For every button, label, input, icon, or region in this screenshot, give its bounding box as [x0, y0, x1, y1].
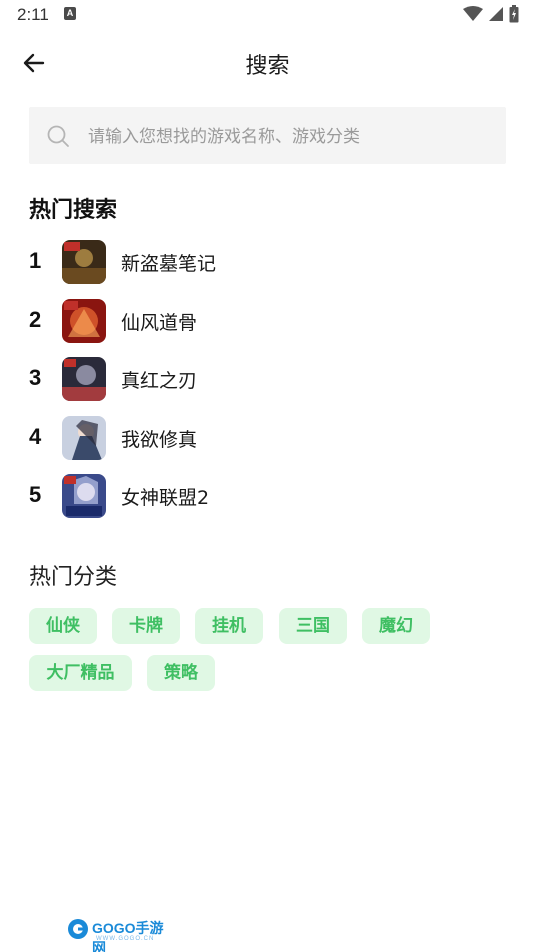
- category-tag[interactable]: 挂机: [195, 608, 263, 644]
- hot-search-item[interactable]: 3 真红之刃: [0, 352, 535, 408]
- category-tag[interactable]: 卡牌: [112, 608, 180, 644]
- rank-number: 1: [29, 248, 42, 273]
- search-input[interactable]: [86, 107, 490, 166]
- header: 搜索: [0, 38, 535, 88]
- hot-search-item[interactable]: 5 女神联盟2: [0, 469, 535, 525]
- search-screen: 2:11 A 搜索 请输入您想找的游戏名称、游戏分类 热门搜索 1 新盗墓笔记 …: [0, 0, 535, 952]
- notification-icon: A: [64, 7, 76, 20]
- battery-icon: [509, 5, 519, 23]
- status-icons: [463, 5, 519, 23]
- hot-search-title: 热门搜索: [29, 198, 118, 223]
- hot-search-item[interactable]: 2 仙风道骨: [0, 294, 535, 350]
- category-tag[interactable]: 策略: [147, 655, 215, 691]
- game-icon: [62, 416, 106, 460]
- game-icon: [62, 474, 106, 518]
- page-title: 搜索: [245, 54, 290, 79]
- hot-categories-title: 热门分类: [29, 565, 118, 590]
- watermark-brand: GOGO手游网: [92, 920, 164, 952]
- category-tag[interactable]: 仙侠: [29, 608, 97, 644]
- game-icon: [62, 240, 106, 284]
- status-bar: 2:11 A: [0, 0, 535, 30]
- game-icon: [62, 357, 106, 401]
- status-time: 2:11: [17, 5, 49, 24]
- hot-search-item[interactable]: 1 新盗墓笔记: [0, 235, 535, 291]
- watermark-url: WWW.GOGO.CN: [96, 936, 155, 942]
- game-icon: [62, 299, 106, 343]
- rank-number: 5: [29, 482, 42, 507]
- game-name: 真红之刃: [121, 370, 198, 392]
- rank-number: 2: [29, 307, 42, 332]
- game-name: 女神联盟2: [121, 487, 210, 509]
- game-name: 我欲修真: [121, 429, 198, 451]
- signal-icon: [489, 7, 503, 21]
- watermark-logo: GOGO手游网 WWW.GOGO.CN: [66, 915, 176, 952]
- search-icon: [47, 125, 69, 147]
- search-box[interactable]: [29, 107, 506, 166]
- category-tag[interactable]: 三国: [279, 608, 347, 644]
- wifi-icon: [463, 6, 483, 21]
- hot-search-item[interactable]: 4 我欲修真: [0, 411, 535, 467]
- game-name: 仙风道骨: [121, 312, 198, 334]
- game-name: 新盗墓笔记: [121, 253, 217, 275]
- category-tag[interactable]: 大厂精品: [29, 655, 132, 691]
- category-tag[interactable]: 魔幻: [362, 608, 430, 644]
- rank-number: 3: [29, 365, 42, 390]
- rank-number: 4: [29, 424, 42, 449]
